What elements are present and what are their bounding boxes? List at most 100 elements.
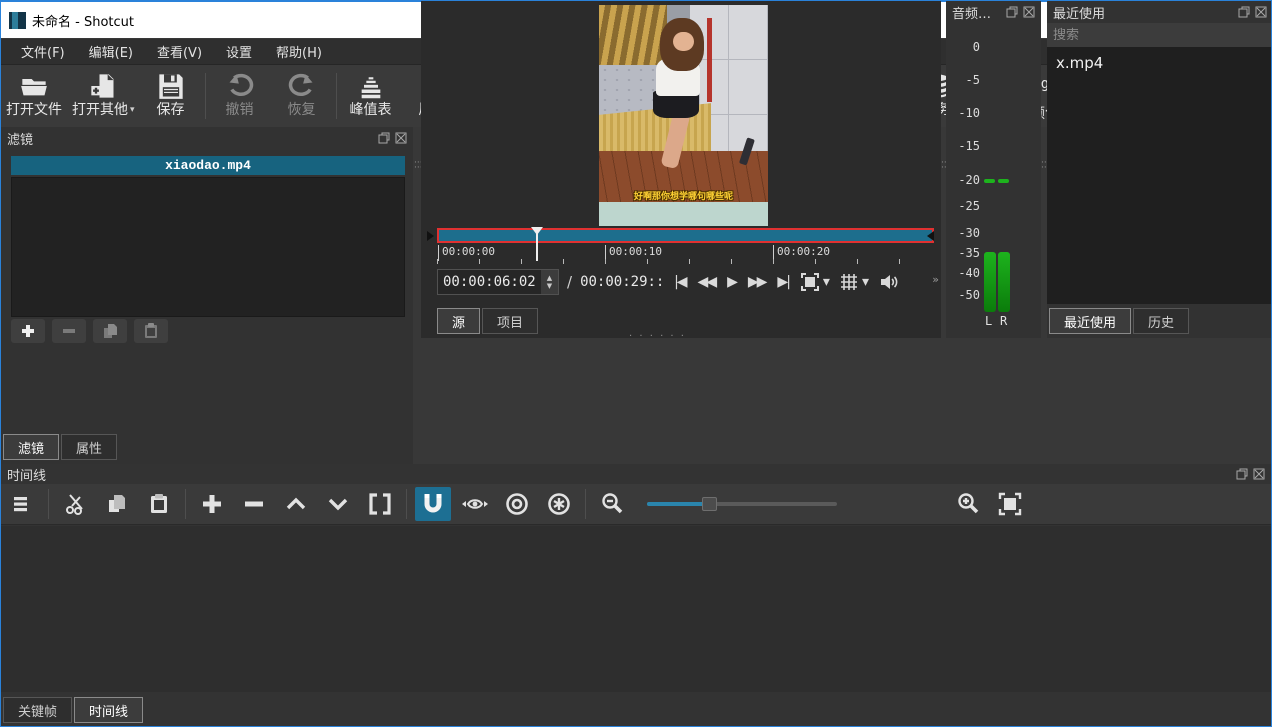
hamburger-icon bbox=[11, 493, 33, 515]
open-file-button[interactable]: 打开文件 bbox=[6, 73, 62, 118]
float-panel-icon[interactable] bbox=[378, 132, 390, 144]
timeline-menu-button[interactable] bbox=[4, 487, 40, 521]
overwrite-button[interactable] bbox=[320, 487, 356, 521]
float-panel-icon[interactable] bbox=[1006, 6, 1018, 18]
tab-filters[interactable]: 滤镜 bbox=[3, 434, 59, 460]
recent-panel-title: 最近使用 bbox=[1053, 3, 1105, 22]
audio-panel-title: 音频… bbox=[952, 3, 991, 22]
transport-controls: 00:00:06:02 ▲▼ / 00:00:29:: |◀ ◀◀ ▶ ▶▶ ▶… bbox=[437, 267, 905, 297]
play-button[interactable]: ▶ bbox=[727, 274, 736, 290]
transport-overflow-icon[interactable]: » bbox=[932, 273, 939, 286]
audio-meter-panel: 音频… 0 -5 -10 -15 -20 -25 -30 -35 -40 -50… bbox=[946, 1, 1041, 338]
grid-caret[interactable]: ▾ bbox=[862, 274, 867, 290]
player-zoom-caret[interactable]: ▾ bbox=[823, 274, 828, 290]
fast-forward-button[interactable]: ▶▶ bbox=[748, 274, 766, 290]
current-time: 00:00:06:02 bbox=[438, 274, 541, 290]
split-button[interactable] bbox=[362, 487, 398, 521]
time-ruler[interactable]: 00:00:00 00:00:10 00:00:20 bbox=[437, 244, 934, 264]
snap-button[interactable] bbox=[415, 487, 451, 521]
total-duration: 00:00:29:: bbox=[580, 274, 668, 290]
add-filter-button[interactable] bbox=[11, 319, 45, 343]
level-meter-right bbox=[998, 252, 1010, 312]
menu-edit[interactable]: 编辑(E) bbox=[77, 42, 145, 61]
lift-button[interactable] bbox=[278, 487, 314, 521]
filtered-clip-name: xiaodao.mp4 bbox=[11, 156, 405, 175]
tab-history[interactable]: 历史 bbox=[1133, 308, 1189, 334]
paste-icon bbox=[143, 323, 159, 339]
close-panel-icon[interactable] bbox=[1255, 6, 1267, 18]
peak-meter-button[interactable]: 峰值表 bbox=[345, 73, 397, 118]
player-splitter-handle[interactable]: · · · · · · bbox=[629, 331, 686, 342]
tab-project[interactable]: 项目 bbox=[482, 308, 538, 334]
app-icon bbox=[9, 12, 26, 29]
filter-list[interactable] bbox=[11, 177, 405, 317]
scrub-while-dragging-button[interactable] bbox=[457, 487, 493, 521]
zoom-fit-player-button[interactable] bbox=[801, 273, 819, 291]
menu-help[interactable]: 帮助(H) bbox=[264, 42, 334, 61]
volume-button[interactable] bbox=[879, 273, 899, 291]
redo-button[interactable]: 恢复 bbox=[276, 73, 328, 118]
tab-recent[interactable]: 最近使用 bbox=[1049, 308, 1131, 334]
panel-splitter[interactable]: ······ bbox=[1041, 161, 1046, 185]
peak-meter-icon bbox=[357, 73, 385, 99]
menu-view[interactable]: 查看(V) bbox=[145, 42, 214, 61]
recent-list-item[interactable]: x.mp4 bbox=[1047, 47, 1272, 79]
zoom-fit-button[interactable] bbox=[992, 487, 1028, 521]
timeline-zoom-slider[interactable] bbox=[647, 494, 837, 514]
search-input[interactable] bbox=[1047, 23, 1272, 47]
tab-keyframes[interactable]: 关键帧 bbox=[3, 697, 72, 723]
tab-source[interactable]: 源 bbox=[437, 308, 480, 334]
grid-button[interactable] bbox=[840, 273, 858, 291]
skip-end-button[interactable]: ▶| bbox=[777, 274, 788, 290]
current-time-spinbox[interactable]: 00:00:06:02 ▲▼ bbox=[437, 269, 559, 295]
trim-out-handle[interactable] bbox=[927, 231, 934, 241]
zoom-out-button[interactable] bbox=[594, 487, 630, 521]
plus-icon bbox=[200, 492, 224, 516]
save-button[interactable]: 保存 bbox=[145, 73, 197, 118]
video-preview[interactable]: 好啊那你想学哪句哪些呢 bbox=[599, 5, 768, 226]
paste-button[interactable] bbox=[141, 487, 177, 521]
scrub-eye-icon bbox=[462, 492, 488, 516]
skip-start-button[interactable]: |◀ bbox=[674, 274, 685, 290]
remove-filter-button[interactable] bbox=[52, 319, 86, 343]
zoom-slider-thumb[interactable] bbox=[702, 497, 717, 511]
channel-right-label: R bbox=[1000, 314, 1007, 328]
window-title: 未命名 - Shotcut bbox=[32, 11, 134, 30]
close-panel-icon[interactable] bbox=[1253, 468, 1265, 480]
cut-button[interactable] bbox=[57, 487, 93, 521]
filters-panel: 滤镜 xiaodao.mp4 滤镜 属性 bbox=[1, 127, 413, 464]
append-button[interactable] bbox=[194, 487, 230, 521]
scrub-bar[interactable] bbox=[437, 228, 934, 243]
save-icon bbox=[157, 73, 185, 99]
copy-filters-button[interactable] bbox=[93, 319, 127, 343]
float-panel-icon[interactable] bbox=[1238, 6, 1250, 18]
rewind-button[interactable]: ◀◀ bbox=[698, 274, 716, 290]
close-panel-icon[interactable] bbox=[1023, 6, 1035, 18]
playhead-handle[interactable] bbox=[531, 227, 543, 235]
menu-settings[interactable]: 设置 bbox=[214, 42, 264, 61]
timeline-tracks-area[interactable] bbox=[1, 526, 1271, 692]
float-panel-icon[interactable] bbox=[1236, 468, 1248, 480]
open-other-button[interactable]: 打开其他▾ bbox=[72, 73, 135, 118]
recent-panel: 最近使用 x.mp4 最近使用 历史 bbox=[1047, 1, 1272, 338]
close-panel-icon[interactable] bbox=[395, 132, 407, 144]
ripple-delete-button[interactable] bbox=[236, 487, 272, 521]
zoom-out-icon bbox=[600, 492, 624, 516]
panel-splitter[interactable]: ······ bbox=[414, 161, 419, 185]
undo-button[interactable]: 撤销 bbox=[214, 73, 266, 118]
copy-button[interactable] bbox=[99, 487, 135, 521]
minus-icon bbox=[62, 324, 76, 338]
paste-filters-button[interactable] bbox=[134, 319, 168, 343]
level-meter-left bbox=[984, 252, 996, 312]
copy-icon bbox=[106, 493, 128, 515]
trim-in-handle[interactable] bbox=[427, 231, 434, 241]
zoom-in-button[interactable] bbox=[950, 487, 986, 521]
ripple-button[interactable] bbox=[499, 487, 535, 521]
plus-icon bbox=[21, 324, 35, 338]
ripple-all-tracks-button[interactable] bbox=[541, 487, 577, 521]
tab-properties[interactable]: 属性 bbox=[61, 434, 117, 460]
toolbar-separator bbox=[205, 73, 206, 119]
grid-icon bbox=[840, 273, 858, 291]
menu-file[interactable]: 文件(F) bbox=[9, 42, 77, 61]
tab-timeline[interactable]: 时间线 bbox=[74, 697, 143, 723]
